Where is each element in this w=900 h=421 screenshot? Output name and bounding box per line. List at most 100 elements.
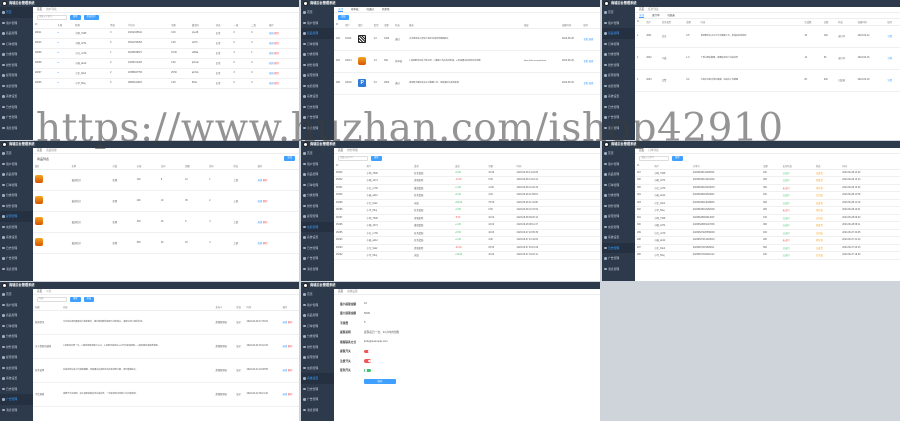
sidebar-item[interactable]: 提现管理: [602, 70, 635, 81]
delete-link[interactable]: 删除: [274, 33, 279, 35]
delete-link[interactable]: 删除: [274, 53, 279, 55]
delete-link[interactable]: 删除: [274, 43, 279, 45]
sidebar-item[interactable]: 分类管理: [301, 331, 334, 342]
sidebar-item[interactable]: 提现管理: [0, 70, 33, 81]
sidebar-item[interactable]: 充值管理: [0, 222, 33, 233]
sidebar-item[interactable]: 分类管理: [301, 190, 334, 201]
sidebar-item[interactable]: 财务管理: [0, 201, 33, 212]
sidebar-item[interactable]: 用户管理: [301, 159, 334, 170]
field-input[interactable]: 5000: [364, 312, 370, 315]
sidebar-item[interactable]: 分类管理: [0, 49, 33, 60]
sidebar-item[interactable]: 用户管理: [0, 18, 33, 29]
sidebar-item[interactable]: 财务管理: [301, 60, 334, 71]
sidebar-item[interactable]: 首页: [602, 148, 635, 159]
sidebar-item[interactable]: 用户管理: [602, 18, 635, 29]
sidebar-item[interactable]: 充值管理: [301, 81, 334, 92]
search-button[interactable]: 搜索: [371, 156, 382, 161]
sidebar-item[interactable]: 系统设置: [301, 373, 334, 384]
tab[interactable]: 全部: [338, 7, 344, 12]
sidebar-item[interactable]: 广告管理: [301, 253, 334, 264]
edit-link[interactable]: 编辑: [269, 33, 274, 35]
field-input[interactable]: 5: [364, 321, 366, 324]
sidebar-item[interactable]: 日志管理: [301, 102, 334, 113]
edit-link[interactable]: 编辑: [283, 322, 288, 324]
sidebar-item[interactable]: 提现管理: [301, 352, 334, 363]
view-link[interactable]: 查看: [583, 39, 588, 41]
sidebar-item[interactable]: 订单管理: [0, 180, 33, 191]
tab[interactable]: 待审核: [351, 7, 359, 12]
toggle-switch[interactable]: [364, 368, 371, 372]
sidebar-item[interactable]: 充值管理: [301, 363, 334, 374]
edit-link[interactable]: 编辑: [589, 83, 594, 85]
sidebar-item[interactable]: 首页: [0, 7, 33, 18]
delete-link[interactable]: 删除: [288, 394, 293, 396]
edit-link[interactable]: 编辑: [589, 61, 594, 63]
delete-link[interactable]: 删除: [263, 201, 268, 203]
view-link[interactable]: 查看: [583, 83, 588, 85]
sidebar-item[interactable]: 消息管理: [602, 264, 635, 275]
sidebar-item[interactable]: 订单管理: [602, 180, 635, 191]
sidebar-item[interactable]: 订单管理: [602, 39, 635, 50]
sidebar-item[interactable]: 消息管理: [301, 123, 334, 134]
edit-link[interactable]: 编辑: [283, 394, 288, 396]
sidebar-item[interactable]: 分类管理: [0, 331, 33, 342]
delete-link[interactable]: 删除: [288, 370, 293, 372]
sidebar-item[interactable]: 系统设置: [0, 91, 33, 102]
search-input[interactable]: 标题: [37, 297, 67, 302]
tab[interactable]: 全部: [639, 13, 645, 18]
save-button[interactable]: 保存: [364, 379, 396, 384]
sidebar-item[interactable]: 消息管理: [602, 123, 635, 134]
add-user-button[interactable]: 添加用户: [83, 15, 99, 20]
add-product-button[interactable]: 添加: [284, 156, 295, 161]
sidebar-item[interactable]: 商品管理: [301, 169, 334, 180]
tab[interactable]: 已结束: [668, 13, 676, 18]
sidebar-item[interactable]: 广告管理: [0, 394, 33, 405]
sidebar-item[interactable]: 日志管理: [602, 242, 635, 253]
delete-link[interactable]: 删除: [274, 63, 279, 65]
search-input[interactable]: 请输入订单号: [639, 156, 669, 161]
sidebar-item[interactable]: 提现管理: [602, 211, 635, 222]
sidebar-item[interactable]: 财务管理: [301, 342, 334, 353]
sidebar-item[interactable]: 充值管理: [0, 363, 33, 374]
sidebar-item[interactable]: 广告管理: [602, 253, 635, 264]
sidebar-item[interactable]: 财务管理: [301, 201, 334, 212]
sidebar-item[interactable]: 日志管理: [301, 384, 334, 395]
sidebar-item[interactable]: 系统设置: [0, 232, 33, 243]
sidebar-item[interactable]: 充值管理: [0, 81, 33, 92]
sidebar-item[interactable]: 用户管理: [301, 18, 334, 29]
edit-link[interactable]: 编辑: [269, 73, 274, 75]
sidebar-item[interactable]: 系统设置: [602, 91, 635, 102]
sidebar-item[interactable]: 用户管理: [602, 159, 635, 170]
tab[interactable]: 已通过: [367, 7, 375, 12]
edit-link[interactable]: 编辑: [258, 201, 263, 203]
edit-link[interactable]: 编辑: [258, 243, 263, 245]
sidebar-item[interactable]: 首页: [301, 289, 334, 300]
breadcrumb-home[interactable]: 首页: [37, 8, 42, 11]
sidebar-item[interactable]: 商品管理: [0, 310, 33, 321]
edit-link[interactable]: 编辑: [269, 43, 274, 45]
sidebar-item[interactable]: 财务管理: [602, 201, 635, 212]
sidebar-item[interactable]: 消息管理: [0, 123, 33, 134]
delete-link[interactable]: 删除: [274, 83, 279, 85]
sidebar-item[interactable]: 充值管理: [301, 221, 334, 232]
sidebar-item[interactable]: 消息管理: [301, 264, 334, 275]
sidebar-item[interactable]: 充值管理: [602, 81, 635, 92]
sidebar-item[interactable]: 订单管理: [301, 180, 334, 191]
breadcrumb-home[interactable]: 首页: [639, 8, 644, 11]
field-input[interactable]: 提现每日一次，24小时内到账: [364, 330, 399, 334]
sidebar-item[interactable]: 系统设置: [0, 373, 33, 384]
edit-link[interactable]: 编辑: [283, 370, 288, 372]
sidebar-item[interactable]: 提现管理: [301, 70, 334, 81]
sidebar-item[interactable]: 商品管理: [602, 28, 635, 39]
detail-link[interactable]: 详情: [888, 80, 893, 82]
search-input[interactable]: 请输入用户ID: [338, 156, 368, 161]
sidebar-item[interactable]: 首页: [301, 148, 334, 159]
sidebar-item[interactable]: 首页: [602, 7, 635, 18]
add-button[interactable]: 添加: [338, 15, 349, 20]
sidebar-item[interactable]: 商品管理: [0, 169, 33, 180]
delete-link[interactable]: 删除: [288, 322, 293, 324]
sidebar-item[interactable]: 分类管理: [602, 190, 635, 201]
sidebar-item[interactable]: 日志管理: [0, 384, 33, 395]
breadcrumb-home[interactable]: 首页: [639, 149, 644, 152]
sidebar-item[interactable]: 首页: [0, 289, 33, 300]
